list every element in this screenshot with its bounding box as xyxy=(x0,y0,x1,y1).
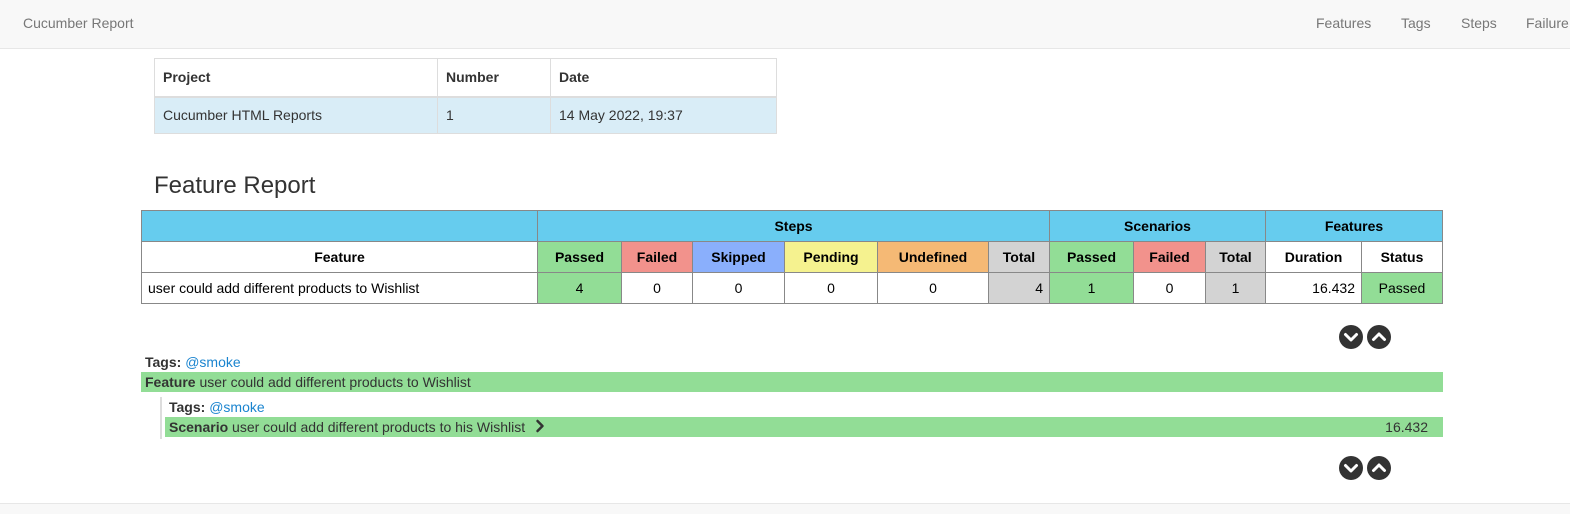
stats-group-steps: Steps xyxy=(537,210,1050,242)
col-steps-skipped[interactable]: Skipped xyxy=(692,241,785,273)
build-info-header-project: Project xyxy=(154,58,438,98)
scenario-name: user could add different products to his… xyxy=(232,419,526,435)
stats-group-scenarios: Scenarios xyxy=(1049,210,1266,242)
scenario-tags: Tags: @smoke xyxy=(169,399,265,415)
collapse-all-button-bottom[interactable] xyxy=(1367,456,1391,480)
feature-bar: Feature user could add different product… xyxy=(141,372,1443,392)
build-info-row: Cucumber HTML Reports 1 14 May 2022, 19:… xyxy=(154,96,777,134)
col-steps-passed[interactable]: Passed xyxy=(537,241,622,273)
feature-report-title: Feature Report xyxy=(154,172,316,199)
scenarios-passed-value: 1 xyxy=(1049,272,1134,304)
expand-all-button-bottom[interactable] xyxy=(1339,456,1363,480)
chevron-down-circle-icon xyxy=(1344,333,1358,342)
build-info-project: Cucumber HTML Reports xyxy=(154,96,438,134)
nav-link-failures[interactable]: Failure xyxy=(1526,15,1569,31)
scenario-bar[interactable]: Scenario user could add different produc… xyxy=(165,417,1443,437)
stats-group-header-row: Steps Scenarios Features xyxy=(141,210,1443,242)
scenario-keyword: Scenario xyxy=(169,419,229,435)
build-info-table: Project Number Date Cucumber HTML Report… xyxy=(154,58,777,134)
steps-pending-value: 0 xyxy=(784,272,878,304)
stats-column-header-row: Feature Passed Failed Skipped Pending Un… xyxy=(141,241,1443,273)
nav-link-tags[interactable]: Tags xyxy=(1401,15,1431,31)
col-steps-total[interactable]: Total xyxy=(988,241,1050,273)
scenario-tags-label: Tags: xyxy=(169,399,206,415)
chevron-up-circle-icon xyxy=(1372,463,1386,472)
stats-group-features: Features xyxy=(1265,210,1443,242)
feature-tags: Tags: @smoke xyxy=(145,354,241,370)
scenario-indent-line xyxy=(160,397,162,439)
steps-skipped-value: 0 xyxy=(692,272,785,304)
col-feature[interactable]: Feature xyxy=(141,241,538,273)
col-scenarios-failed[interactable]: Failed xyxy=(1133,241,1206,273)
nav-link-features[interactable]: Features xyxy=(1316,15,1371,31)
chevron-right-icon[interactable] xyxy=(535,418,545,438)
feature-tags-label: Tags: xyxy=(145,354,182,370)
stats-group-empty xyxy=(141,210,538,242)
chevron-up-circle-icon xyxy=(1372,332,1386,341)
scenarios-total-value: 1 xyxy=(1205,272,1266,304)
status-badge: Passed xyxy=(1361,272,1443,304)
build-info-header-number: Number xyxy=(437,58,551,98)
col-steps-undefined[interactable]: Undefined xyxy=(877,241,989,273)
feature-name: user could add different products to Wis… xyxy=(199,374,471,390)
feature-tag-link[interactable]: @smoke xyxy=(185,354,240,370)
build-info-number: 1 xyxy=(437,96,551,134)
footer xyxy=(0,503,1570,514)
scenario-duration: 16.432 xyxy=(1385,419,1428,435)
steps-total-value: 4 xyxy=(988,272,1050,304)
build-info-header-row: Project Number Date xyxy=(154,58,777,98)
duration-value: 16.432 xyxy=(1265,272,1362,304)
feature-name-link[interactable]: user could add different products to Wis… xyxy=(141,272,538,304)
expand-all-button[interactable] xyxy=(1339,325,1363,349)
table-row: user could add different products to Wis… xyxy=(141,272,1443,304)
col-steps-failed[interactable]: Failed xyxy=(621,241,693,273)
feature-keyword: Feature xyxy=(145,374,196,390)
navbar-brand[interactable]: Cucumber Report xyxy=(23,15,134,31)
steps-undefined-value: 0 xyxy=(877,272,989,304)
build-info-date: 14 May 2022, 19:37 xyxy=(550,96,777,134)
scenarios-failed-value: 0 xyxy=(1133,272,1206,304)
col-duration[interactable]: Duration xyxy=(1265,241,1362,273)
scenario-tag-link[interactable]: @smoke xyxy=(209,399,264,415)
build-info-header-date: Date xyxy=(550,58,777,98)
col-steps-pending[interactable]: Pending xyxy=(784,241,878,273)
collapse-all-button[interactable] xyxy=(1367,325,1391,349)
chevron-down-circle-icon xyxy=(1344,464,1358,473)
nav-link-steps[interactable]: Steps xyxy=(1461,15,1497,31)
col-scenarios-total[interactable]: Total xyxy=(1205,241,1266,273)
col-scenarios-passed[interactable]: Passed xyxy=(1049,241,1134,273)
navbar: Cucumber Report Features Tags Steps Fail… xyxy=(0,0,1570,49)
steps-failed-value: 0 xyxy=(621,272,693,304)
col-status[interactable]: Status xyxy=(1361,241,1443,273)
feature-stats-table: Steps Scenarios Features Feature Passed … xyxy=(141,210,1443,304)
steps-passed-value: 4 xyxy=(537,272,622,304)
